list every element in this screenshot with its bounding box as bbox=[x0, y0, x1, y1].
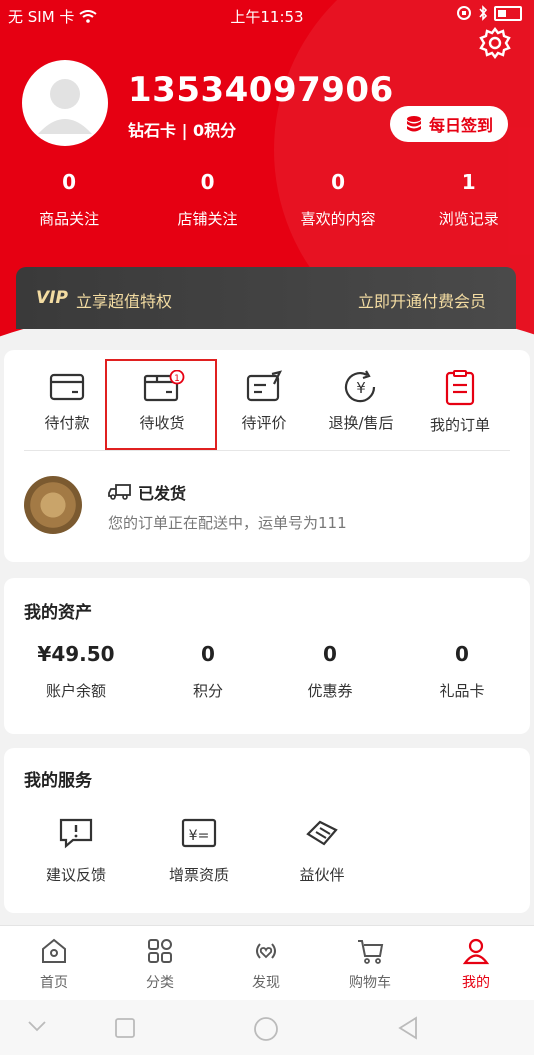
svg-text:¥: ¥ bbox=[356, 379, 366, 397]
back-triangle-icon[interactable] bbox=[396, 1015, 420, 1041]
tab-cart[interactable]: 购物车 bbox=[330, 936, 410, 992]
recent-apps-icon[interactable] bbox=[114, 1017, 136, 1039]
asset-label: 积分 bbox=[192, 682, 223, 700]
user-phone: 13534097906 bbox=[128, 70, 394, 110]
asset-points[interactable]: 0 积分 bbox=[148, 642, 268, 701]
assets-card: 我的资产 ¥49.50 账户余额 0 积分 0 优惠券 0 礼品卡 bbox=[4, 578, 530, 734]
vip-left-text: 立享超值特权 bbox=[76, 292, 173, 311]
asset-balance[interactable]: ¥49.50 账户余额 bbox=[16, 642, 136, 701]
tab-label: 发现 bbox=[252, 975, 280, 991]
tab-profile[interactable]: 我的 bbox=[436, 936, 516, 992]
battery-icon bbox=[494, 5, 522, 21]
order-my-orders[interactable]: 我的订单 bbox=[410, 370, 510, 435]
asset-label: 账户余额 bbox=[45, 682, 106, 700]
tab-discover[interactable]: 发现 bbox=[226, 936, 306, 992]
asset-label: 礼品卡 bbox=[439, 682, 485, 700]
orders-card: 待付款 1 待收货 待评价 ¥ 退换/售后 我的订单 已发货 您的订单正在配送中… bbox=[4, 350, 530, 562]
stat-value: 0 bbox=[331, 170, 346, 194]
feedback-icon bbox=[59, 818, 93, 849]
home-circle-icon[interactable] bbox=[252, 1015, 280, 1043]
system-icons bbox=[456, 5, 522, 21]
order-list-icon bbox=[445, 370, 475, 406]
shipment-title: 已发货 bbox=[138, 484, 187, 503]
asset-value: 0 bbox=[201, 642, 215, 666]
asset-coupons[interactable]: 0 优惠券 bbox=[270, 642, 390, 701]
cart-icon bbox=[358, 940, 384, 964]
settings-gear-icon[interactable] bbox=[478, 26, 512, 60]
tab-category[interactable]: 分类 bbox=[120, 936, 200, 992]
highlight-box bbox=[105, 359, 217, 450]
stat-label: 店铺关注 bbox=[177, 210, 238, 228]
services-card: 我的服务 建议反馈 ¥= 增票资质 益伙伴 bbox=[4, 748, 530, 913]
service-label: 建议反馈 bbox=[45, 866, 106, 884]
wallet-icon bbox=[49, 373, 85, 401]
shipment-status[interactable]: 已发货 bbox=[108, 480, 186, 504]
tab-home[interactable]: 首页 bbox=[14, 936, 94, 992]
stat-browse-history[interactable]: 1 浏览记录 bbox=[403, 170, 534, 229]
order-label: 待评价 bbox=[241, 414, 287, 432]
asset-label: 优惠券 bbox=[307, 682, 353, 700]
product-thumbnail[interactable] bbox=[24, 476, 82, 534]
stat-value: 0 bbox=[200, 170, 215, 194]
profile-stats: 0 商品关注 0 店铺关注 0 喜欢的内容 1 浏览记录 bbox=[0, 170, 534, 229]
service-label: 增票资质 bbox=[168, 866, 229, 884]
invoice-icon: ¥= bbox=[181, 818, 217, 848]
avatar[interactable] bbox=[22, 60, 108, 146]
order-label: 退换/售后 bbox=[328, 414, 394, 432]
collapse-chevron-icon[interactable] bbox=[26, 1018, 48, 1034]
vip-open-link[interactable]: 立即开通付费会员 bbox=[358, 288, 486, 312]
vip-banner[interactable]: VIP 立享超值特权 立即开通付费会员 bbox=[16, 267, 516, 329]
asset-value: 0 bbox=[323, 642, 337, 666]
tab-label: 购物车 bbox=[349, 975, 391, 991]
stat-product-follow[interactable]: 0 商品关注 bbox=[0, 170, 142, 229]
order-pending-payment[interactable]: 待付款 bbox=[17, 370, 117, 433]
shipment-desc: 您的订单正在配送中，运单号为111 bbox=[108, 514, 347, 532]
vip-icon: VIP bbox=[36, 288, 68, 308]
review-icon bbox=[246, 370, 283, 402]
category-icon bbox=[148, 939, 172, 963]
service-label: 益伙伴 bbox=[299, 866, 345, 884]
status-bar: 无 SIM 卡 上午11:53 bbox=[0, 0, 534, 30]
refund-icon: ¥ bbox=[344, 370, 376, 403]
system-nav-bar bbox=[0, 1000, 534, 1055]
lock-rotation-icon bbox=[457, 6, 471, 20]
truck-icon bbox=[108, 484, 131, 500]
order-pending-review[interactable]: 待评价 bbox=[214, 370, 314, 433]
asset-value: 0 bbox=[455, 642, 469, 666]
order-label: 我的订单 bbox=[429, 416, 490, 434]
stat-label: 喜欢的内容 bbox=[300, 210, 376, 228]
asset-value: ¥49.50 bbox=[37, 642, 115, 666]
stat-value: 0 bbox=[62, 170, 77, 194]
asset-gift-cards[interactable]: 0 礼品卡 bbox=[402, 642, 522, 701]
svg-text:¥=: ¥= bbox=[189, 828, 210, 844]
stat-store-follow[interactable]: 0 店铺关注 bbox=[142, 170, 273, 229]
bottom-tab-bar: 首页 分类 发现 购物车 我的 bbox=[0, 925, 534, 1001]
services-title: 我的服务 bbox=[24, 771, 92, 791]
discover-icon bbox=[256, 943, 276, 959]
clock: 上午11:53 bbox=[230, 8, 304, 26]
order-label: 待付款 bbox=[44, 414, 90, 432]
member-level: 钻石卡 | 0积分 bbox=[128, 121, 237, 140]
stat-liked-content[interactable]: 0 喜欢的内容 bbox=[273, 170, 404, 229]
profile-icon bbox=[462, 938, 490, 965]
stat-label: 商品关注 bbox=[39, 210, 100, 228]
home-icon bbox=[42, 938, 66, 963]
default-avatar-icon bbox=[38, 79, 92, 134]
stat-value: 1 bbox=[461, 170, 476, 194]
order-refund-aftersale[interactable]: ¥ 退换/售后 bbox=[311, 370, 411, 433]
assets-title: 我的资产 bbox=[24, 603, 92, 623]
stat-label: 浏览记录 bbox=[438, 210, 499, 228]
tab-label: 首页 bbox=[40, 975, 68, 991]
daily-signin-button[interactable]: 每日签到 bbox=[390, 106, 508, 142]
signin-label: 每日签到 bbox=[428, 116, 493, 135]
service-partner[interactable]: 益伙伴 bbox=[272, 816, 372, 885]
service-feedback[interactable]: 建议反馈 bbox=[26, 816, 126, 885]
tab-label: 我的 bbox=[462, 975, 490, 991]
coin-stack-icon bbox=[406, 116, 421, 132]
divider bbox=[24, 450, 510, 451]
bluetooth-icon bbox=[479, 5, 488, 21]
service-invoice[interactable]: ¥= 增票资质 bbox=[149, 816, 249, 885]
tab-label: 分类 bbox=[146, 975, 174, 991]
partner-icon bbox=[306, 820, 338, 846]
